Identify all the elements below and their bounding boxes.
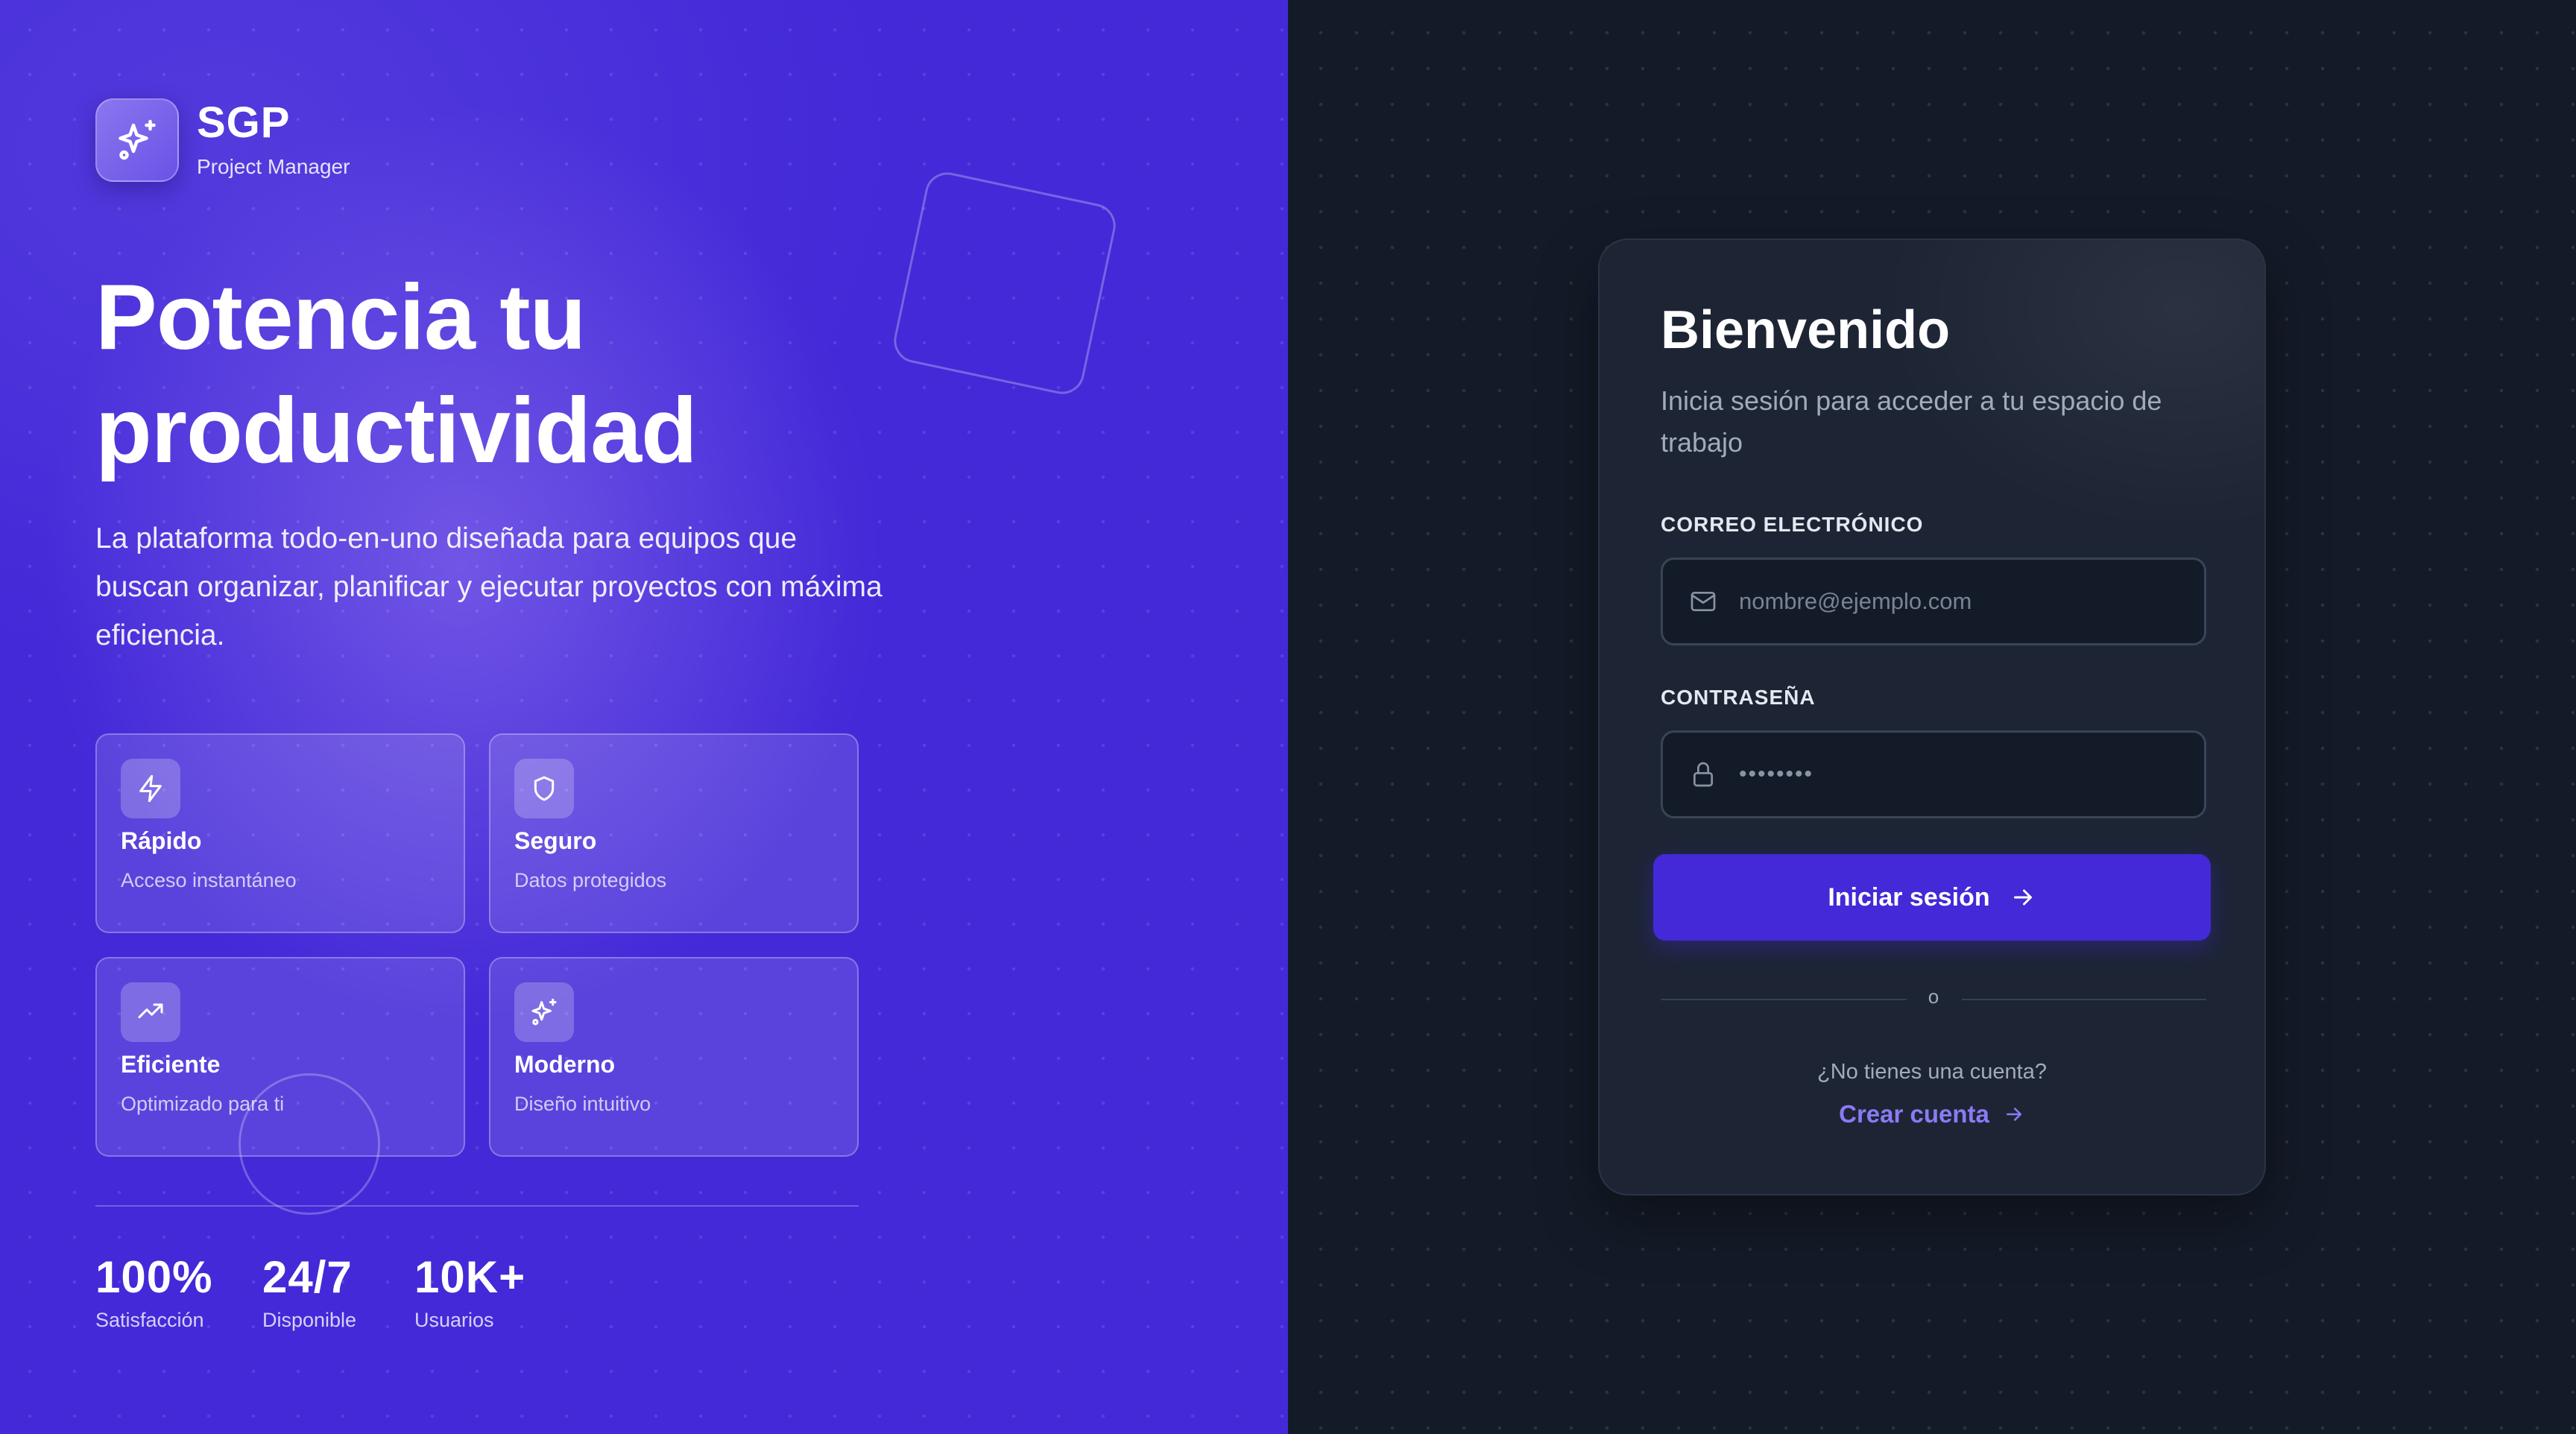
feature-card-efficient: Eficiente Optimizado para ti (95, 957, 465, 1157)
feature-title: Eficiente (121, 1051, 221, 1078)
feature-subtitle: Diseño intuitivo (514, 1093, 651, 1115)
stat-label: Disponible (262, 1309, 357, 1331)
password-label: CONTRASEÑA (1661, 686, 1816, 709)
brand-name: SGP (197, 98, 291, 147)
feature-subtitle: Datos protegidos (514, 869, 667, 891)
stat-label: Usuarios (414, 1309, 494, 1331)
hero-description: La plataforma todo-en-uno diseñada para … (95, 522, 883, 651)
trending-up-icon (121, 982, 180, 1042)
login-title: Bienvenido (1661, 300, 1951, 360)
hero-title-line1: Potencia tu (95, 266, 586, 369)
arrow-right-icon (2010, 884, 2036, 911)
sparkles-icon (95, 98, 179, 182)
feature-card-modern: Moderno Diseño intuitivo (489, 957, 859, 1157)
feature-subtitle: Acceso instantáneo (121, 869, 297, 891)
lightning-icon (121, 759, 180, 818)
hero-panel: SGP Project Manager Potencia tu producti… (0, 0, 1288, 1434)
feature-subtitle: Optimizado para ti (121, 1093, 285, 1115)
stat-value: 100% (95, 1252, 213, 1302)
stat-users: 10K+ Usuarios (414, 1255, 525, 1332)
brand-subtitle: Project Manager (197, 155, 350, 178)
email-label: CORREO ELECTRÓNICO (1661, 513, 1924, 536)
no-account-text: ¿No tienes una cuenta? (1817, 1060, 2047, 1084)
hero-title: Potencia tu productividad (95, 261, 990, 487)
login-button[interactable]: Iniciar sesión (1653, 854, 2211, 941)
password-field[interactable]: •••••••• (1661, 730, 2206, 818)
divider-or-text: o (1928, 985, 1939, 1008)
stat-value: 24/7 (262, 1252, 353, 1302)
stat-satisfaction: 100% Satisfacción (95, 1255, 212, 1332)
divider-line-left (1661, 999, 1907, 1000)
feature-title: Rápido (121, 827, 202, 854)
login-card: Bienvenido Inicia sesión para acceder a … (1598, 239, 2266, 1195)
feature-title: Seguro (514, 827, 597, 854)
create-account-label: Crear cuenta (1839, 1100, 1989, 1128)
feature-card-secure: Seguro Datos protegidos (489, 733, 859, 933)
divider (95, 1205, 859, 1207)
login-subtitle: Inicia sesión para acceder a tu espacio … (1661, 385, 2162, 458)
login-button-label: Iniciar sesión (1828, 882, 1990, 912)
sparkles-icon (514, 982, 574, 1042)
feature-card-fast: Rápido Acceso instantáneo (95, 733, 465, 933)
stat-value: 10K+ (414, 1252, 526, 1302)
shield-icon (514, 759, 574, 818)
divider-line-right (1962, 999, 2206, 1000)
mail-icon (1685, 584, 1721, 619)
arrow-right-icon (2003, 1103, 2025, 1125)
stat-label: Satisfacción (95, 1309, 204, 1331)
email-field[interactable]: nombre@ejemplo.com (1661, 558, 2206, 645)
email-placeholder: nombre@ejemplo.com (1739, 588, 1972, 614)
create-account-link[interactable]: Crear cuenta (1600, 1100, 2264, 1128)
feature-title: Moderno (514, 1051, 616, 1078)
stat-availability: 24/7 Disponible (262, 1255, 356, 1332)
password-value: •••••••• (1739, 762, 1814, 786)
brand: SGP Project Manager (95, 98, 350, 182)
hero-title-line2: productividad (95, 379, 698, 482)
lock-icon (1685, 757, 1721, 792)
login-panel: Bienvenido Inicia sesión para acceder a … (1288, 0, 2576, 1434)
